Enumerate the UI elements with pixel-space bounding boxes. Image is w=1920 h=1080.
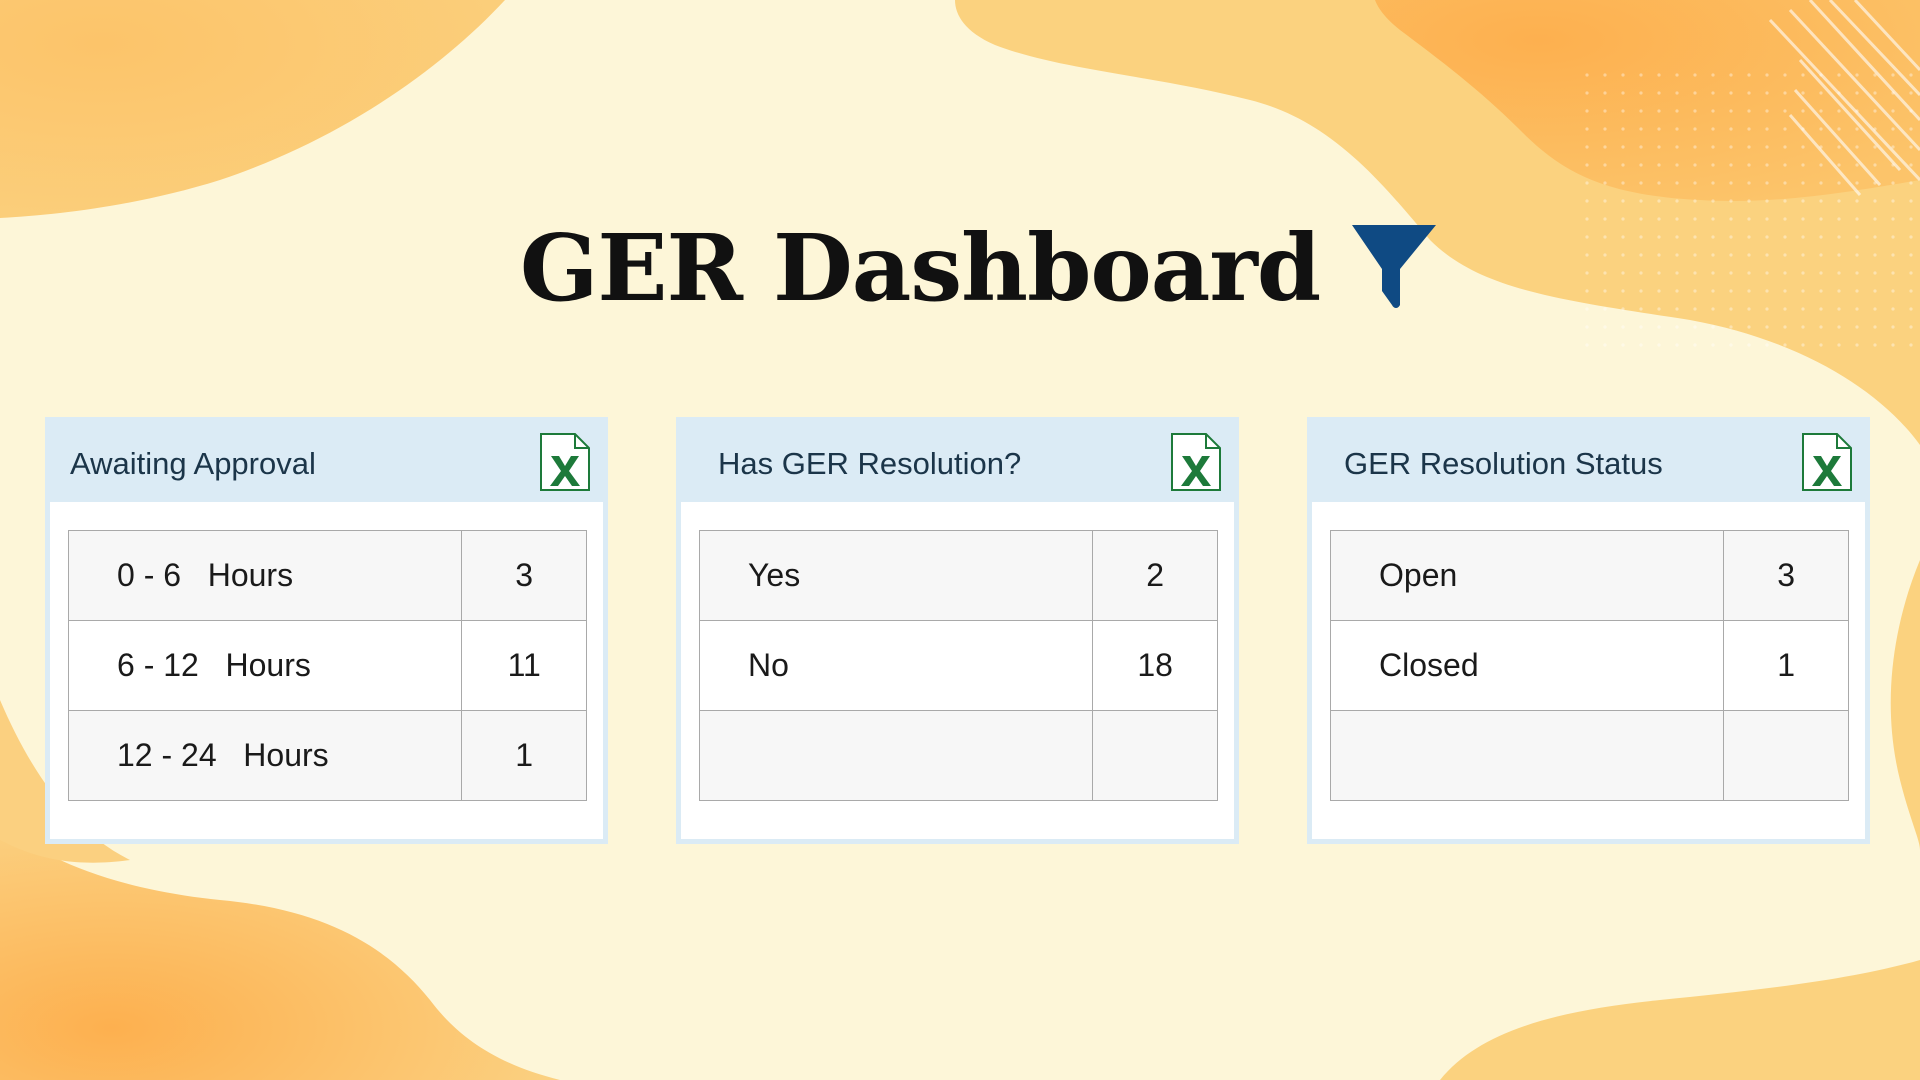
table-row: 6 - 12 Hours 11 bbox=[67, 620, 587, 711]
data-table: Yes 2 No 18 bbox=[698, 530, 1218, 801]
table-row: 12 - 24 Hours 1 bbox=[67, 710, 587, 801]
table-row: Closed 1 bbox=[1329, 620, 1849, 711]
row-label: Closed bbox=[1329, 620, 1725, 711]
data-table: Open 3 Closed 1 bbox=[1329, 530, 1849, 801]
blob-bottom-right bbox=[1440, 960, 1920, 1080]
row-label bbox=[1329, 710, 1725, 801]
row-label: 6 - 12 Hours bbox=[67, 620, 463, 711]
table-row: Yes 2 bbox=[698, 530, 1218, 621]
excel-file-icon[interactable] bbox=[1170, 432, 1222, 492]
row-label: Open bbox=[1329, 530, 1725, 621]
row-label bbox=[698, 710, 1094, 801]
excel-file-icon[interactable] bbox=[1801, 432, 1853, 492]
title-bar: GER Dashboard bbox=[0, 222, 1920, 314]
row-value: 11 bbox=[461, 620, 587, 711]
row-value: 1 bbox=[1723, 620, 1849, 711]
row-label: No bbox=[698, 620, 1094, 711]
data-table: 0 - 6 Hours 3 6 - 12 Hours 11 12 - 24 Ho… bbox=[67, 530, 587, 801]
row-value: 18 bbox=[1092, 620, 1218, 711]
card-title: Awaiting Approval bbox=[70, 446, 316, 481]
filter-funnel-icon[interactable] bbox=[1348, 219, 1440, 311]
excel-file-icon[interactable] bbox=[539, 432, 591, 492]
table-row bbox=[698, 710, 1218, 801]
row-value bbox=[1723, 710, 1849, 801]
row-value bbox=[1092, 710, 1218, 801]
row-value: 2 bbox=[1092, 530, 1218, 621]
blob-right-edge bbox=[1890, 560, 1920, 850]
page-title: GER Dashboard bbox=[519, 214, 1321, 322]
table-row bbox=[1329, 710, 1849, 801]
card-awaiting-approval: Awaiting Approval 0 - 6 Hours 3 6 - 12 H… bbox=[45, 417, 608, 844]
row-label: 0 - 6 Hours bbox=[67, 530, 463, 621]
card-ger-resolution-status: GER Resolution Status Open 3 Closed 1 bbox=[1307, 417, 1870, 844]
row-label: 12 - 24 Hours bbox=[67, 710, 463, 801]
card-title: Has GER Resolution? bbox=[718, 446, 1022, 481]
table-row: Open 3 bbox=[1329, 530, 1849, 621]
blob-top-left bbox=[0, 0, 505, 218]
card-has-ger-resolution: Has GER Resolution? Yes 2 No 18 bbox=[676, 417, 1239, 844]
row-value: 1 bbox=[461, 710, 587, 801]
row-value: 3 bbox=[1723, 530, 1849, 621]
row-value: 3 bbox=[461, 530, 587, 621]
table-row: 0 - 6 Hours 3 bbox=[67, 530, 587, 621]
card-title: GER Resolution Status bbox=[1344, 446, 1663, 481]
table-row: No 18 bbox=[698, 620, 1218, 711]
row-label: Yes bbox=[698, 530, 1094, 621]
